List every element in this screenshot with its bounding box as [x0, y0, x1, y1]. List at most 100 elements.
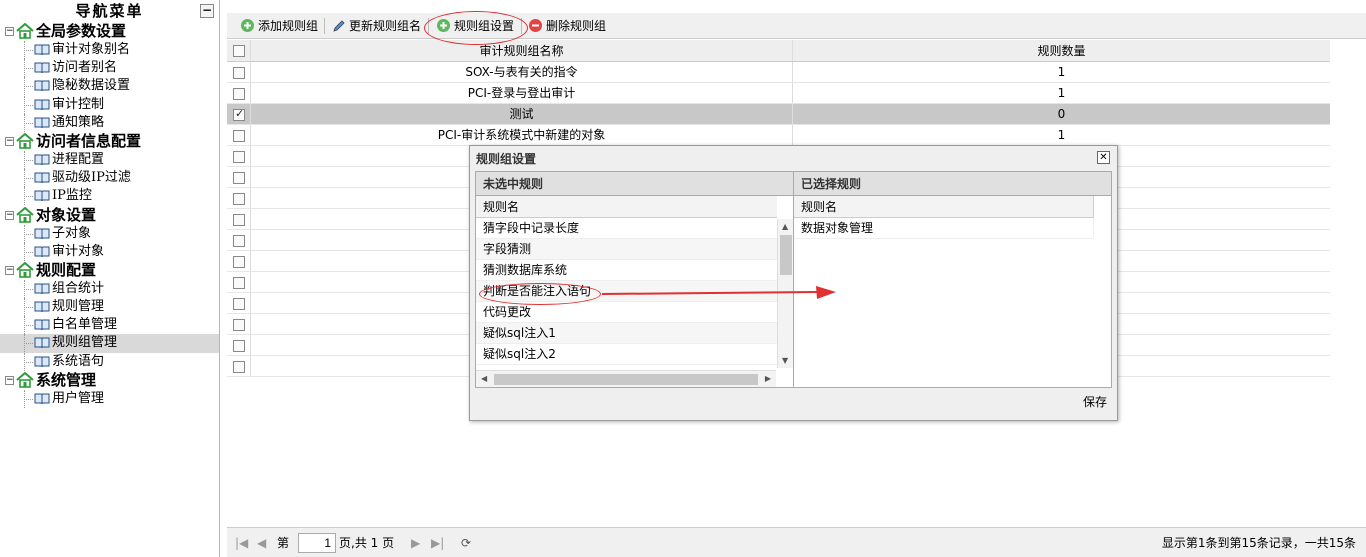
first-page-icon[interactable]: |◀	[235, 535, 248, 551]
update-rule-group-button[interactable]: 更新规则组名	[332, 17, 421, 35]
row-checkbox[interactable]	[233, 256, 245, 268]
row-checkbox[interactable]	[233, 235, 245, 247]
row-checkbox[interactable]	[233, 151, 245, 163]
home-icon	[16, 261, 34, 278]
home-icon	[16, 371, 34, 388]
row-checkbox[interactable]	[233, 107, 245, 121]
sidebar-group-label: 访问者信息配置	[36, 131, 142, 150]
select-all-checkbox[interactable]	[233, 45, 245, 57]
scroll-left-icon[interactable]: ◀	[481, 374, 487, 383]
collapse-toggle-icon[interactable]: −	[5, 27, 14, 36]
unselected-rule-item[interactable]: 猜字段中记录长度	[476, 218, 777, 239]
tree-line	[24, 251, 33, 253]
row-checkbox[interactable]	[233, 340, 245, 352]
sidebar-item[interactable]: 用户管理	[0, 389, 219, 408]
collapse-toggle-icon[interactable]: −	[5, 210, 14, 220]
sidebar-item-label: 系统语句	[52, 353, 105, 369]
column-header-count[interactable]: 规则数量	[793, 40, 1330, 61]
sidebar-item[interactable]: 系统语句	[0, 352, 219, 371]
sidebar-item[interactable]: 审计对象别名	[0, 41, 219, 59]
sidebar-item[interactable]: 审计控制	[0, 95, 219, 114]
row-checkbox-cell	[227, 125, 251, 145]
collapse-toggle-icon[interactable]: −	[5, 265, 14, 275]
sidebar-item[interactable]: 子对象	[0, 224, 219, 243]
column-header-name[interactable]: 审计规则组名称	[251, 40, 793, 61]
sidebar-item[interactable]: 规则管理	[0, 298, 219, 317]
selected-column-header[interactable]: 规则名	[794, 196, 1094, 218]
collapse-toggle-icon[interactable]: −	[5, 375, 14, 385]
sidebar-item[interactable]: 规则组管理	[0, 334, 219, 353]
row-checkbox[interactable]	[233, 193, 245, 205]
last-page-icon[interactable]: ▶|	[431, 535, 444, 551]
sidebar-item[interactable]: 通知策略	[0, 113, 219, 132]
scroll-right-icon[interactable]: ▶	[765, 374, 771, 383]
sidebar-item[interactable]: 进程配置	[0, 150, 219, 169]
scroll-up-icon[interactable]: ▲	[782, 222, 788, 231]
sidebar-item-label: 隐秘数据设置	[52, 78, 131, 94]
sidebar-item[interactable]: 白名单管理	[0, 316, 219, 335]
sidebar-group[interactable]: − 规则配置	[0, 261, 219, 280]
book-icon	[34, 44, 50, 56]
sidebar-item[interactable]: 组合统计	[0, 279, 219, 298]
row-checkbox[interactable]	[233, 67, 245, 79]
vertical-scroll-thumb[interactable]	[780, 235, 792, 275]
row-checkbox[interactable]	[233, 361, 245, 373]
sidebar-item-label: 驱动级IP过滤	[52, 170, 131, 186]
close-icon[interactable]: ✕	[1097, 151, 1110, 164]
row-checkbox[interactable]	[233, 130, 245, 142]
sidebar-group[interactable]: − 全局参数设置	[0, 22, 219, 41]
unselected-column-header[interactable]: 规则名	[476, 196, 777, 218]
sidebar-item[interactable]: IP监控	[0, 187, 219, 206]
sidebar-item[interactable]: 访问者别名	[0, 59, 219, 78]
row-checkbox[interactable]	[233, 214, 245, 226]
horizontal-scroll-thumb[interactable]	[494, 374, 758, 385]
row-checkbox[interactable]	[233, 172, 245, 184]
collapse-toggle-icon[interactable]: −	[5, 136, 14, 146]
unselected-rule-item[interactable]: 猜测数据库系统	[476, 260, 777, 281]
sidebar-group-label: 系统管理	[36, 370, 97, 389]
rule-group-name: PCI-登录与登出审计	[251, 83, 793, 103]
annotation-ellipse	[424, 11, 528, 45]
sidebar-group[interactable]: − 系统管理	[0, 371, 219, 390]
sidebar-item[interactable]: 驱动级IP过滤	[0, 169, 219, 188]
sidebar-group[interactable]: − 访问者信息配置	[0, 132, 219, 151]
selected-rules-panel: 已选择规则 规则名 数据对象管理	[793, 171, 1112, 388]
row-checkbox[interactable]	[233, 319, 245, 331]
table-row[interactable]: PCI-登录与登出审计 1	[227, 83, 1330, 104]
prev-page-icon[interactable]: ◀	[257, 535, 266, 551]
sidebar-item[interactable]: 审计对象	[0, 242, 219, 261]
delete-rule-group-button[interactable]: 删除规则组	[529, 17, 606, 35]
sidebar-item[interactable]: 隐秘数据设置	[0, 77, 219, 96]
unselected-rule-item[interactable]: 疑似sql注入1	[476, 323, 777, 344]
tree-line	[24, 325, 33, 327]
navigation-sidebar: 导航菜单 − − 全局参数设置 审计对象别名 访问者别名 隐秘数据设置 审计控制 通知策略 −…	[0, 0, 220, 557]
next-page-icon[interactable]: ▶	[411, 535, 420, 551]
horizontal-scrollbar[interactable]: ◀ ▶	[476, 370, 776, 387]
dialog-title: 规则组设置	[476, 152, 537, 166]
unselected-rule-item[interactable]: 字段猜测	[476, 239, 777, 260]
table-row[interactable]: 测试 0	[227, 104, 1330, 125]
save-button[interactable]: 保存	[1083, 394, 1107, 410]
collapse-icon[interactable]: −	[200, 4, 214, 18]
sidebar-item-label: 组合统计	[52, 280, 105, 296]
unselected-rule-item[interactable]: 疑似sql注入2	[476, 344, 777, 365]
add-rule-group-label: 添加规则组	[258, 19, 319, 33]
rule-count: 0	[1057, 107, 1066, 121]
refresh-icon[interactable]: ⟳	[461, 535, 471, 551]
sidebar-group[interactable]: − 对象设置	[0, 206, 219, 225]
selected-rule-item[interactable]: 数据对象管理	[794, 218, 1094, 239]
row-checkbox[interactable]	[233, 88, 245, 100]
scroll-down-icon[interactable]: ▼	[782, 356, 788, 365]
table-row[interactable]: PCI-审计系统模式中新建的对象 1	[227, 125, 1330, 146]
tree-line	[24, 68, 33, 70]
row-checkbox[interactable]	[233, 277, 245, 289]
unselected-rule-item[interactable]: 代码更改	[476, 302, 777, 323]
row-checkbox-cell	[227, 62, 251, 82]
row-checkbox-cell	[227, 272, 251, 292]
page-number-input[interactable]: 1	[298, 533, 336, 553]
row-checkbox[interactable]	[233, 298, 245, 310]
row-checkbox-cell	[227, 188, 251, 208]
row-checkbox-cell	[227, 230, 251, 250]
add-rule-group-button[interactable]: 添加规则组	[241, 17, 318, 35]
table-row[interactable]: SOX-与表有关的指令 1	[227, 62, 1330, 83]
